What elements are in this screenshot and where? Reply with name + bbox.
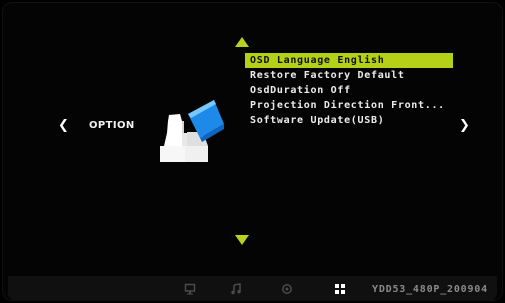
option-menu: OSD Language English Restore Factory Def… [245,53,453,128]
firmware-version: YDD53_480P_200904 [372,284,488,295]
osd-screen: ❮ OPTION ❯ OSD Language English Restore … [0,0,505,303]
menu-item-osd-duration[interactable]: OsdDuration Off [245,83,453,98]
down-arrow-icon[interactable] [235,235,249,245]
page-title: OPTION [89,120,135,131]
menu-item-osd-language[interactable]: OSD Language English [245,53,453,68]
chevron-left-icon[interactable]: ❮ [58,118,69,133]
menu-item-projection-direction[interactable]: Projection Direction Front... [245,98,453,113]
menu-item-restore-factory-default[interactable]: Restore Factory Default [245,68,453,83]
osd-frame [2,2,503,301]
menu-item-software-update[interactable]: Software Update(USB) [245,113,453,128]
grid-icon[interactable] [334,283,346,295]
chevron-right-icon[interactable]: ❯ [459,118,470,133]
up-arrow-icon[interactable] [235,37,249,47]
monitor-icon[interactable] [184,283,196,295]
option-icon [160,100,224,162]
settings-icon[interactable] [281,283,293,295]
music-note-icon[interactable] [230,283,242,295]
